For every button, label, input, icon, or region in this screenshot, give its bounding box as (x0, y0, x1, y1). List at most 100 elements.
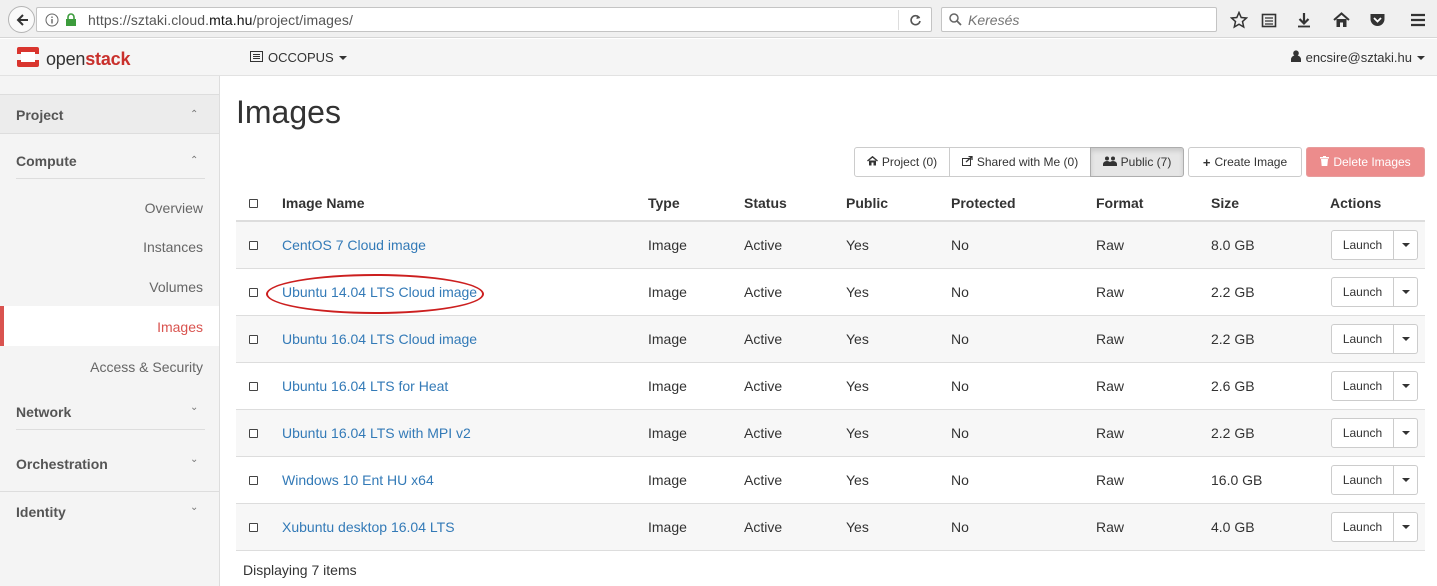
launch-button[interactable]: Launch (1331, 276, 1394, 307)
table-row: Ubuntu 16.04 LTS Cloud image Image Active Y… (236, 315, 1425, 363)
sidebar-identity[interactable]: Identity (16, 504, 66, 520)
reload-icon[interactable] (905, 11, 925, 29)
cell-format: Raw (1096, 456, 1211, 504)
select-all-checkbox[interactable] (249, 199, 258, 208)
filter-public-button[interactable]: Public (7) (1090, 147, 1184, 177)
cell-size: 2.2 GB (1211, 315, 1330, 363)
project-selector[interactable]: OCCOPUS (250, 50, 347, 65)
col-status[interactable]: Status (744, 186, 846, 222)
reading-list-icon[interactable] (1258, 9, 1280, 31)
address-bar[interactable]: https://sztaki.cloud.mta.hu/project/imag… (36, 7, 932, 32)
image-name-link[interactable]: Windows 10 Ent HU x64 (282, 472, 434, 488)
cell-status: Active (744, 268, 846, 316)
cell-protected: No (951, 268, 1096, 316)
col-format[interactable]: Format (1096, 186, 1211, 222)
image-name-link[interactable]: Xubuntu desktop 16.04 LTS (282, 519, 455, 535)
user-menu[interactable]: encsire@sztaki.hu (1290, 50, 1425, 65)
cell-type: Image (648, 362, 744, 410)
launch-button[interactable]: Launch (1331, 417, 1394, 448)
cell-public: Yes (846, 456, 951, 504)
launch-button[interactable]: Launch (1331, 323, 1394, 354)
launch-dropdown-toggle[interactable] (1394, 229, 1418, 260)
sidebar-network[interactable]: Network (16, 404, 71, 420)
sidebar-item-access-security[interactable]: Access & Security (90, 359, 203, 375)
row-checkbox[interactable] (249, 334, 258, 344)
sidebar-item-overview[interactable]: Overview (145, 200, 203, 216)
image-name-link[interactable]: Ubuntu 16.04 LTS for Heat (282, 378, 448, 394)
create-image-button[interactable]: + Create Image (1188, 147, 1302, 177)
group-icon (1102, 155, 1117, 169)
cell-type: Image (648, 315, 744, 363)
launch-dropdown-toggle[interactable] (1394, 323, 1418, 354)
browser-search-field[interactable] (941, 7, 1217, 32)
launch-dropdown-toggle[interactable] (1394, 464, 1418, 495)
cell-type: Image (648, 409, 744, 457)
chevron-down-icon: ⌄ (190, 454, 199, 465)
openstack-logo[interactable]: openstack (16, 46, 130, 73)
row-checkbox[interactable] (249, 475, 258, 485)
row-checkbox[interactable] (249, 428, 258, 438)
launch-button[interactable]: Launch (1331, 229, 1394, 260)
launch-button-group: Launch (1331, 464, 1425, 495)
cell-public: Yes (846, 409, 951, 457)
cell-format: Raw (1096, 315, 1211, 363)
launch-dropdown-toggle[interactable] (1394, 511, 1418, 542)
back-arrow-icon[interactable] (8, 6, 35, 33)
col-image-name[interactable]: Image Name (282, 186, 648, 222)
browser-toolbar: https://sztaki.cloud.mta.hu/project/imag… (0, 0, 1437, 38)
cell-size: 8.0 GB (1211, 221, 1330, 269)
sidebar-item-images[interactable]: Images (157, 319, 203, 335)
project-list-icon (250, 50, 263, 65)
menu-hamburger-icon[interactable] (1407, 9, 1429, 31)
launch-button[interactable]: Launch (1331, 464, 1394, 495)
image-name-link[interactable]: CentOS 7 Cloud image (282, 237, 426, 253)
sidebar-compute[interactable]: Compute (16, 153, 77, 169)
launch-dropdown-toggle[interactable] (1394, 417, 1418, 448)
caret-down-icon (1401, 477, 1410, 482)
chevron-down-icon: ⌄ (190, 502, 199, 513)
col-public[interactable]: Public (846, 186, 951, 222)
row-checkbox[interactable] (249, 287, 258, 297)
row-checkbox[interactable] (249, 381, 258, 391)
image-name-link[interactable]: Ubuntu 16.04 LTS with MPI v2 (282, 425, 471, 441)
launch-dropdown-toggle[interactable] (1394, 370, 1418, 401)
sidebar-item-volumes[interactable]: Volumes (149, 279, 203, 295)
caret-down-icon (1401, 524, 1410, 529)
caret-down-icon (1401, 430, 1410, 435)
bookmark-star-icon[interactable] (1228, 9, 1250, 31)
col-protected[interactable]: Protected (951, 186, 1096, 222)
cell-public: Yes (846, 221, 951, 269)
cell-public: Yes (846, 362, 951, 410)
sidebar-project[interactable]: Project (16, 107, 63, 123)
chevron-up-icon: ⌃ (190, 109, 199, 120)
images-table: Image Name Type Status Public Protected … (236, 186, 1425, 551)
filter-shared-button[interactable]: Shared with Me (0) (949, 147, 1091, 177)
row-checkbox[interactable] (249, 522, 258, 532)
launch-dropdown-toggle[interactable] (1394, 276, 1418, 307)
home-icon[interactable] (1330, 9, 1352, 31)
sidebar-item-instances[interactable]: Instances (143, 239, 203, 255)
table-row: Ubuntu 16.04 LTS with MPI v2 Image Active Y… (236, 409, 1425, 457)
launch-button[interactable]: Launch (1331, 370, 1394, 401)
download-icon[interactable] (1293, 9, 1315, 31)
delete-images-button[interactable]: Delete Images (1306, 147, 1425, 177)
cell-size: 4.0 GB (1211, 503, 1330, 551)
filter-project-button[interactable]: Project (0) (854, 147, 950, 177)
col-type[interactable]: Type (648, 186, 744, 222)
table-footer-count: Displaying 7 items (243, 562, 357, 578)
pocket-icon[interactable] (1366, 9, 1388, 31)
image-name-link[interactable]: Ubuntu 16.04 LTS Cloud image (282, 331, 477, 347)
image-name-link[interactable]: Ubuntu 14.04 LTS Cloud image (282, 284, 477, 300)
col-actions: Actions (1330, 186, 1425, 222)
launch-button[interactable]: Launch (1331, 511, 1394, 542)
cell-status: Active (744, 503, 846, 551)
caret-down-icon (1401, 383, 1410, 388)
row-checkbox[interactable] (249, 240, 258, 250)
cell-type: Image (648, 503, 744, 551)
info-icon[interactable] (45, 13, 59, 30)
cell-protected: No (951, 315, 1096, 363)
sidebar-orchestration[interactable]: Orchestration (16, 456, 108, 472)
col-size[interactable]: Size (1211, 186, 1330, 222)
cell-protected: No (951, 503, 1096, 551)
browser-search-input[interactable] (968, 11, 1208, 29)
